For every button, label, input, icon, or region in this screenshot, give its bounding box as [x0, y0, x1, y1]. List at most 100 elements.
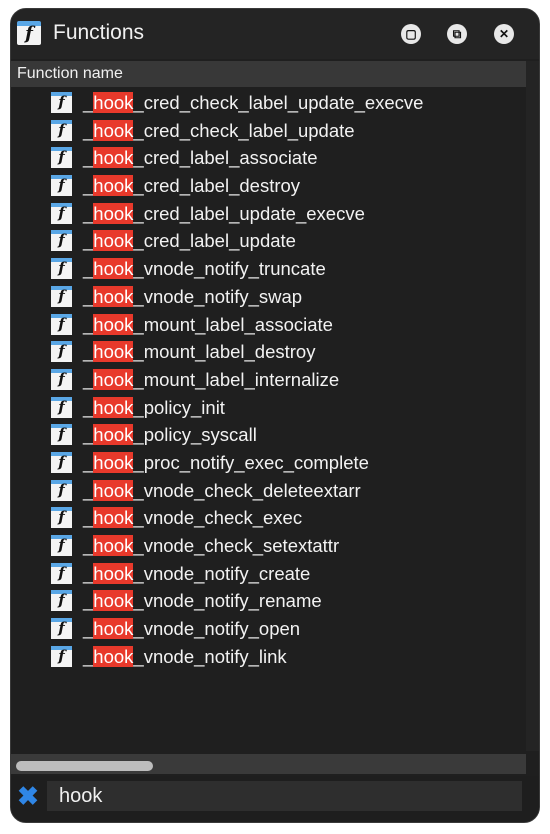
dock-icon: ▢ [405, 27, 417, 41]
function-name-rest: _vnode_check_deleteextarr [133, 479, 361, 501]
function-name-rest: _vnode_notify_truncate [133, 258, 326, 280]
column-header-function-name[interactable]: Function name [11, 61, 526, 87]
function-name: _hook_policy_syscall [83, 421, 257, 449]
function-row[interactable]: f _hook_mount_label_internalize [11, 366, 525, 394]
function-icon: f [51, 479, 72, 501]
horizontal-scroll-thumb[interactable] [16, 761, 153, 771]
function-name-rest: _vnode_notify_link [133, 645, 287, 667]
function-name-rest: _vnode_check_setextattr [133, 535, 340, 556]
search-match-highlight: hook [93, 285, 134, 307]
function-name-rest: _cred_label_associate [133, 147, 318, 169]
function-name: _hook_cred_check_label_update [83, 117, 355, 145]
function-name-prefix: _ [83, 451, 94, 473]
function-name-rest: _proc_notify_exec_complete [133, 451, 369, 473]
function-name: _hook_cred_label_update [83, 227, 296, 255]
function-icon: f [51, 590, 72, 612]
function-row[interactable]: f _hook_cred_check_label_update [11, 117, 525, 145]
search-match-highlight: hook [93, 396, 134, 418]
function-icon: f [51, 368, 72, 390]
function-name-rest: _cred_label_update [133, 230, 296, 252]
function-row[interactable]: f _hook_vnode_check_setextattr [11, 532, 525, 560]
search-match-highlight: hook [93, 119, 134, 141]
function-name-rest: _vnode_notify_create [133, 562, 311, 584]
float-button[interactable]: ⧉ [447, 24, 467, 44]
function-row[interactable]: f _hook_vnode_notify_create [11, 560, 525, 588]
function-name-prefix: _ [83, 507, 94, 529]
function-icon: f [51, 618, 72, 640]
window-title: Functions [53, 21, 145, 44]
function-row[interactable]: f _hook_vnode_check_exec [11, 504, 525, 532]
function-name-prefix: _ [83, 590, 94, 612]
function-name: _hook_mount_label_associate [83, 311, 333, 339]
function-name: _hook_vnode_notify_rename [83, 587, 322, 615]
function-row[interactable]: f _hook_vnode_notify_truncate [11, 255, 525, 283]
function-name-rest: _cred_label_update_execve [133, 202, 365, 224]
function-name-rest: _vnode_notify_swap [133, 285, 303, 307]
function-name: _hook_mount_label_destroy [83, 338, 315, 366]
clear-icon[interactable]: ✖ [15, 783, 41, 809]
function-name-prefix: _ [83, 175, 94, 197]
dock-button[interactable]: ▢ [401, 24, 421, 44]
function-name: _hook_vnode_check_setextattr [83, 532, 339, 560]
function-name: _hook_cred_label_associate [83, 144, 318, 172]
function-icon: f [51, 451, 72, 473]
title-bar[interactable]: f Functions ▢ ⧉ ✕ [11, 9, 539, 59]
function-icon: f [51, 645, 72, 667]
function-icon: f [51, 147, 72, 169]
search-match-highlight: hook [93, 479, 134, 501]
function-name-prefix: _ [83, 92, 94, 113]
function-row[interactable]: f _hook_vnode_notify_link [11, 643, 525, 671]
function-row[interactable]: f _hook_vnode_notify_swap [11, 283, 525, 311]
function-row[interactable]: f _hook_vnode_notify_rename [11, 587, 525, 615]
function-name: _hook_vnode_notify_link [83, 643, 287, 671]
function-row[interactable]: f _hook_vnode_check_deleteextarr [11, 477, 525, 505]
functions-window: f Functions ▢ ⧉ ✕ Function name f _hook_c… [10, 8, 540, 823]
search-match-highlight: hook [93, 562, 134, 584]
function-row[interactable]: f _hook_mount_label_destroy [11, 338, 525, 366]
search-match-highlight: hook [93, 507, 134, 529]
search-match-highlight: hook [93, 645, 134, 667]
search-match-highlight: hook [93, 535, 134, 556]
function-name-rest: _cred_label_destroy [133, 175, 301, 197]
function-name-rest: _mount_label_internalize [133, 368, 340, 390]
function-name: _hook_vnode_notify_truncate [83, 255, 326, 283]
function-row[interactable]: f _hook_cred_label_update [11, 227, 525, 255]
function-row[interactable]: f _hook_policy_init [11, 394, 525, 422]
function-icon: f [51, 175, 72, 197]
function-row[interactable]: f _hook_cred_label_associate [11, 144, 525, 172]
function-name: _hook_proc_notify_exec_complete [83, 449, 369, 477]
function-name: _hook_cred_label_update_execve [83, 200, 365, 228]
function-icon: f [51, 258, 72, 280]
function-row[interactable]: f _hook_proc_notify_exec_complete [11, 449, 525, 477]
vertical-scrollbar[interactable] [526, 61, 539, 751]
function-row[interactable]: f _hook_mount_label_associate [11, 311, 525, 339]
function-name-rest: _vnode_check_exec [133, 507, 303, 529]
function-name-prefix: _ [83, 258, 94, 280]
function-icon: f [51, 535, 72, 556]
search-match-highlight: hook [93, 590, 134, 612]
search-match-highlight: hook [93, 175, 134, 197]
function-name-rest: _mount_label_associate [133, 313, 333, 335]
search-input[interactable] [47, 781, 522, 811]
function-icon: f [51, 507, 72, 529]
close-button[interactable]: ✕ [494, 24, 514, 44]
function-name-rest: _cred_check_label_update [133, 119, 355, 141]
function-name-prefix: _ [83, 562, 94, 584]
function-list: f _hook_cred_check_label_update_execve f _h… [11, 89, 525, 670]
search-match-highlight: hook [93, 341, 134, 363]
function-row[interactable]: f _hook_cred_label_update_execve [11, 200, 525, 228]
function-row[interactable]: f _hook_cred_check_label_update_execve [11, 89, 525, 117]
search-match-highlight: hook [93, 313, 134, 335]
function-name: _hook_policy_init [83, 394, 225, 422]
search-match-highlight: hook [93, 92, 134, 113]
search-match-highlight: hook [93, 368, 134, 390]
function-row[interactable]: f _hook_vnode_notify_open [11, 615, 525, 643]
function-row[interactable]: f _hook_cred_label_destroy [11, 172, 525, 200]
function-icon: f [51, 92, 72, 113]
function-name-rest: _vnode_notify_open [133, 618, 301, 640]
function-row[interactable]: f _hook_policy_syscall [11, 421, 525, 449]
function-name: _hook_vnode_notify_swap [83, 283, 302, 311]
function-icon: f [51, 424, 72, 446]
function-name-rest: _mount_label_destroy [133, 341, 316, 363]
function-name: _hook_mount_label_internalize [83, 366, 339, 394]
